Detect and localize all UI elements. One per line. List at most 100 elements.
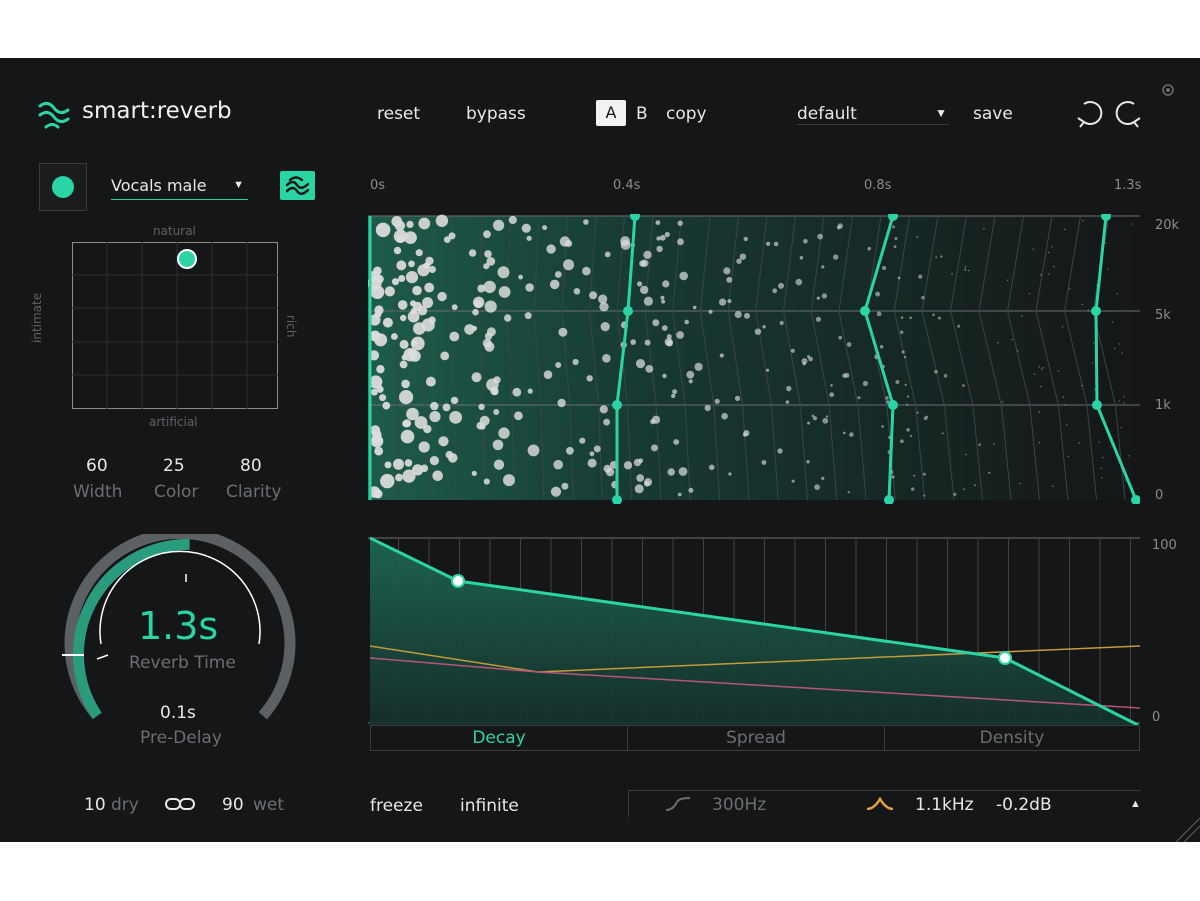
reverb-particle bbox=[1067, 455, 1069, 458]
reverb-particle bbox=[586, 375, 593, 382]
reverb-particle bbox=[964, 266, 967, 268]
reverb-particle bbox=[652, 415, 661, 424]
reverb-particle bbox=[911, 487, 915, 491]
plugin-window: smart:reverb reset bypass A B copy defau… bbox=[0, 58, 1200, 843]
reverb-particle bbox=[822, 417, 829, 424]
lowcut-icon[interactable] bbox=[665, 797, 691, 816]
resize-grip-icon[interactable] bbox=[1175, 817, 1200, 847]
reverb-particle bbox=[400, 429, 415, 444]
reverb-particle bbox=[393, 229, 408, 243]
redo-icon[interactable] bbox=[1112, 96, 1146, 133]
envelope-display[interactable] bbox=[368, 536, 1141, 728]
reverb-particle bbox=[497, 266, 510, 279]
learn-indicator-icon bbox=[52, 176, 74, 198]
spectrogram-display[interactable] bbox=[367, 211, 1141, 505]
chevron-up-icon[interactable]: ▲ bbox=[1130, 798, 1141, 810]
reverb-particle bbox=[478, 403, 485, 410]
reverb-particle bbox=[678, 467, 688, 476]
reverb-particle bbox=[816, 296, 820, 300]
undo-icon[interactable] bbox=[1074, 96, 1108, 133]
infinite-button[interactable]: infinite bbox=[460, 796, 519, 816]
reverb-particle bbox=[587, 458, 597, 468]
reverb-particle bbox=[894, 237, 898, 240]
dry-label: dry bbox=[111, 795, 139, 815]
predelay-value[interactable]: 0.1s bbox=[160, 703, 196, 723]
reverb-particle bbox=[473, 299, 482, 308]
reverb-particle bbox=[521, 223, 531, 233]
reverb-particle bbox=[589, 291, 598, 300]
reverb-particle bbox=[719, 298, 727, 306]
learn-button[interactable] bbox=[39, 163, 87, 211]
app-title: smart:reverb bbox=[82, 98, 232, 124]
reverb-particle bbox=[744, 312, 750, 319]
reverb-particle bbox=[817, 233, 823, 240]
color-label: Color bbox=[154, 482, 199, 502]
reverb-particle bbox=[1061, 326, 1064, 328]
reset-button[interactable]: reset bbox=[377, 104, 420, 124]
link-icon[interactable] bbox=[165, 796, 197, 817]
reverb-particle bbox=[384, 461, 392, 469]
reverb-particle bbox=[1032, 248, 1035, 250]
reverb-particle bbox=[726, 276, 733, 283]
reverb-particle bbox=[651, 444, 658, 452]
xy-handle[interactable] bbox=[177, 249, 197, 269]
bell-freq[interactable]: 1.1kHz bbox=[915, 795, 974, 815]
reverb-particle bbox=[550, 486, 562, 497]
reverb-particle bbox=[879, 345, 884, 349]
reverb-particle bbox=[405, 271, 419, 284]
tab-decay[interactable]: Decay bbox=[371, 726, 628, 750]
reverb-particle bbox=[471, 372, 482, 383]
reverb-particle bbox=[862, 380, 868, 387]
reverb-particle bbox=[801, 358, 808, 365]
reverb-particle bbox=[916, 411, 919, 414]
reverb-particle bbox=[1111, 321, 1114, 323]
reverb-particle bbox=[652, 319, 660, 327]
reverb-particle bbox=[666, 339, 673, 347]
predelay-label: Pre-Delay bbox=[140, 728, 222, 748]
freeze-button[interactable]: freeze bbox=[370, 796, 423, 816]
reverb-particle bbox=[812, 416, 818, 421]
reverb-particle bbox=[1042, 366, 1044, 369]
reverb-particle bbox=[555, 362, 562, 368]
reverb-particle bbox=[636, 474, 645, 482]
reverb-particle bbox=[772, 288, 778, 294]
copy-button[interactable]: copy bbox=[666, 104, 707, 124]
reverb-particle bbox=[525, 283, 534, 292]
xy-label-left: intimate bbox=[30, 292, 44, 343]
reverb-particle bbox=[978, 443, 981, 446]
smart-toggle-icon[interactable] bbox=[280, 171, 315, 200]
dry-value[interactable]: 10 bbox=[84, 795, 106, 815]
reverb-particle bbox=[411, 340, 418, 346]
freq-tick-2: 1k bbox=[1155, 398, 1171, 413]
bell-gain[interactable]: -0.2dB bbox=[996, 795, 1052, 815]
width-label: Width bbox=[73, 482, 123, 502]
tab-spread[interactable]: Spread bbox=[628, 726, 885, 750]
wet-value[interactable]: 90 bbox=[222, 795, 244, 815]
reverb-particle bbox=[997, 341, 999, 344]
ab-a-button[interactable]: A bbox=[596, 100, 626, 126]
reverb-time-value[interactable]: 1.3s bbox=[138, 604, 218, 648]
reverb-particle bbox=[1116, 292, 1119, 295]
lowcut-freq[interactable]: 300Hz bbox=[712, 795, 766, 815]
time-tick-3: 1.3s bbox=[1114, 178, 1142, 193]
reverb-particle bbox=[906, 403, 909, 406]
reverb-particle bbox=[659, 234, 666, 241]
wet-label: wet bbox=[253, 795, 285, 815]
clarity-value[interactable]: 80 bbox=[240, 456, 262, 476]
reverb-particle bbox=[401, 379, 410, 389]
gear-icon[interactable] bbox=[1160, 82, 1176, 103]
bypass-button[interactable]: bypass bbox=[466, 104, 526, 124]
preset-dropdown[interactable]: default ▼ bbox=[797, 100, 949, 125]
bell-filter-icon[interactable] bbox=[866, 796, 894, 815]
color-value[interactable]: 25 bbox=[163, 456, 185, 476]
ab-b-button[interactable]: B bbox=[636, 104, 648, 124]
reverb-particle bbox=[667, 468, 675, 476]
tab-density[interactable]: Density bbox=[885, 726, 1139, 750]
save-button[interactable]: save bbox=[973, 104, 1013, 124]
reverb-particle bbox=[673, 439, 680, 445]
reverb-particle bbox=[661, 325, 668, 331]
width-value[interactable]: 60 bbox=[86, 456, 108, 476]
xy-pad[interactable] bbox=[72, 242, 278, 409]
reverb-particle bbox=[790, 348, 795, 353]
profile-dropdown[interactable]: Vocals male ▼ bbox=[111, 171, 248, 200]
